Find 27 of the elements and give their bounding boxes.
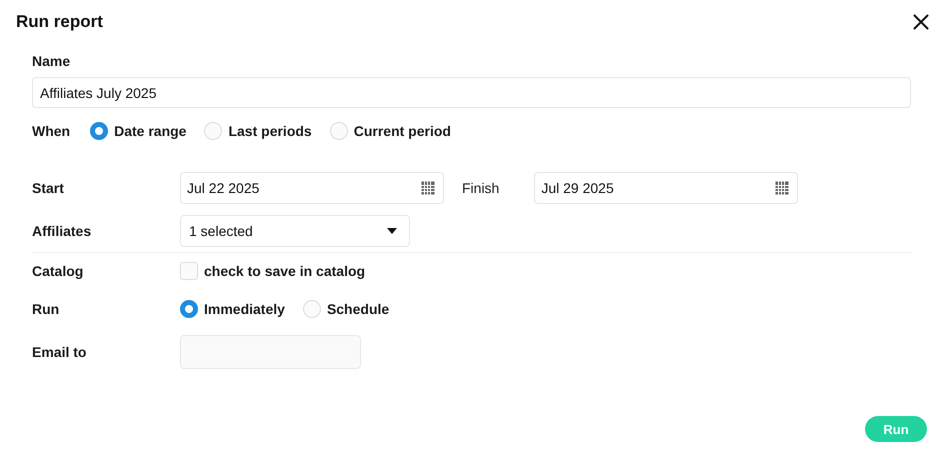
field-label: Name — [32, 53, 72, 69]
field-label: When — [32, 123, 70, 139]
date-field[interactable]: Jul 29 2025 — [534, 172, 798, 204]
radio-label[interactable]: Date range — [114, 123, 186, 139]
email-field[interactable] — [180, 335, 361, 369]
checkbox[interactable] — [180, 262, 198, 280]
field-label: Finish — [462, 180, 500, 196]
radio-label[interactable]: Current period — [354, 123, 451, 139]
name-field[interactable]: Affiliates July 2025 — [32, 77, 911, 108]
calendar-icon[interactable] — [775, 181, 790, 195]
calendar-icon[interactable] — [421, 181, 435, 195]
caret-icon — [387, 228, 397, 234]
field-label: Catalog — [32, 263, 84, 279]
field-label: Run — [32, 301, 60, 317]
radio-label[interactable]: Last periods — [228, 123, 312, 139]
checkbox-label[interactable]: check to save in catalog — [204, 263, 366, 279]
field-label: Affiliates — [32, 223, 92, 239]
radio-label[interactable]: Schedule — [326, 301, 390, 317]
date-field[interactable]: Jul 22 2025 — [180, 172, 444, 204]
radio-button[interactable] — [90, 122, 108, 140]
radio-button[interactable] — [180, 300, 198, 318]
field-label: Start — [32, 180, 65, 196]
dialog-title: Run report — [16, 12, 103, 32]
close-icon[interactable] — [913, 14, 929, 30]
field-label: Email to — [32, 344, 88, 360]
affiliates-dropdown[interactable]: 1 selected — [180, 215, 410, 247]
radio-label[interactable]: Immediately — [204, 301, 285, 317]
